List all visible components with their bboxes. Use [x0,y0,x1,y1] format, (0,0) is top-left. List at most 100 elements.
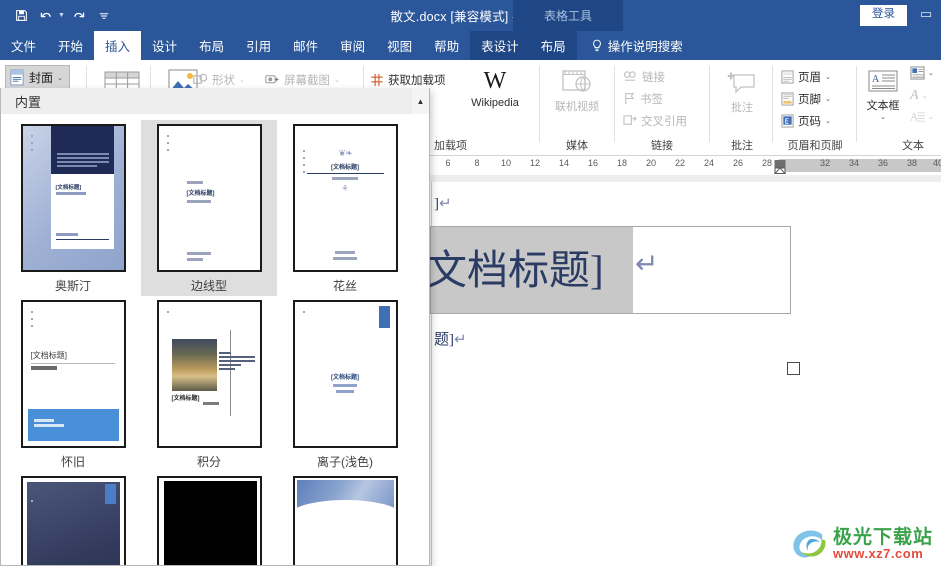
thumbnail-ion-light: [文档标题] [292,300,398,448]
bookmark-button[interactable]: 书签 [623,88,663,109]
horizontal-ruler[interactable]: 6 8 10 12 14 16 18 20 22 24 26 28 32 34 … [430,156,941,182]
tab-view[interactable]: 视图 [376,31,423,60]
tab-layout[interactable]: 布局 [188,31,235,60]
wikipedia-button[interactable]: W Wikipedia [463,65,527,110]
text-box-button[interactable]: A 文本框 ⌄ [858,65,908,121]
cover-page-gallery[interactable]: 内置 ▲ [文档标题] 奥斯汀 [文档标题] 边线型 ❦❧ [文档标题] ⚘ 花… [0,88,430,566]
document-title-text: 文档标题] [426,247,604,293]
gallery-item-retrospect[interactable]: [文档标题] 怀旧 [5,296,141,472]
wordart-button[interactable]: A ⌄ [910,88,927,104]
chevron-down-icon[interactable]: ⌄ [57,74,63,82]
footer-icon [781,92,794,105]
quick-parts-button[interactable]: ⌄ [910,66,934,80]
gallery-item-filigree[interactable]: ❦❧ [文档标题] ⚘ 花丝 [277,120,413,296]
tab-table-design[interactable]: 表设计 [470,31,530,60]
integral-subtitle-bar [202,402,219,405]
drop-cap-button[interactable]: A ⌄ [910,110,934,124]
save-icon[interactable] [10,4,32,28]
content-control-checkbox[interactable] [787,362,800,375]
thumb-title: [文档标题] [171,396,200,402]
gallery-item-label: 离子(浅色) [317,455,373,469]
sign-in-button[interactable]: 登录 [860,5,907,26]
chevron-down-icon[interactable]: ⌄ [825,117,831,125]
tab-design[interactable]: 设计 [141,31,188,60]
footer-button[interactable]: 页脚 ⌄ [781,88,831,109]
footer-label: 页脚 [798,93,821,106]
chevron-down-icon[interactable]: ⌄ [928,113,934,121]
aurora-swirl-icon [793,530,826,558]
chevron-down-icon[interactable]: ⌄ [928,69,934,77]
cell-pilcrow-icon: ↵ [635,248,659,279]
ion-dark-tab [104,484,116,504]
tab-help[interactable]: 帮助 [423,31,470,60]
tab-review[interactable]: 审阅 [329,31,376,60]
filigree-footer-bar-1 [335,251,355,254]
gallery-item-whisp[interactable] [141,472,277,565]
comment-icon [727,67,757,99]
tab-insert[interactable]: 插入 [94,31,142,60]
chevron-down-icon[interactable]: ⌄ [239,76,245,84]
gallery-section-title: 内置 [15,94,42,110]
chevron-down-icon[interactable]: ⌄ [825,95,831,103]
header-button[interactable]: 页眉 ⌄ [781,66,831,87]
get-addins-label: 获取加载项 [388,74,446,87]
thumbnail-ion-dark: [文档标题] [20,476,126,565]
undo-dropdown-icon[interactable]: ▼ [58,12,65,19]
chevron-down-icon[interactable]: ⌄ [880,113,886,121]
get-addins-button[interactable]: 获取加载项 [370,69,446,90]
tab-file[interactable]: 文件 [0,31,47,60]
cover-page-button[interactable]: 封面 ⌄ [5,65,70,90]
customize-qat-icon[interactable] [93,4,115,28]
gallery-item-label: 花丝 [332,279,357,293]
window-controls-icon[interactable]: ▭ [913,6,939,22]
austin-footer-bar [55,233,78,236]
tab-table-layout[interactable]: 布局 [530,31,577,60]
gallery-scroll-up-icon[interactable]: ▲ [412,88,429,114]
right-indent-marker[interactable] [773,160,787,174]
tab-mailings[interactable]: 邮件 [282,31,329,60]
ruler-mark: 34 [848,158,860,168]
gallery-item-austin[interactable]: [文档标题] 奥斯汀 [5,120,141,296]
gallery-item-banded[interactable]: [文档标题] 边线型 [141,120,277,296]
redo-icon[interactable] [68,4,90,28]
gallery-item-facet[interactable] [277,472,413,565]
group-separator-addins [539,66,540,142]
new-comment-button[interactable]: 批注 [714,67,770,115]
tab-references[interactable]: 引用 [235,31,282,60]
camera-icon [265,75,279,84]
chevron-down-icon[interactable]: ⌄ [825,73,831,81]
page-number-button[interactable]: 页码 ⌄ [781,110,831,131]
header-label: 页眉 [798,71,821,84]
cross-reference-label: 交叉引用 [641,115,687,128]
ruler-mark: 14 [558,158,570,168]
ruler-mark: 18 [616,158,628,168]
chevron-down-icon[interactable]: ⌄ [922,92,928,100]
ruler-mark: 28 [761,158,773,168]
thumbnail-filigree: ❦❧ [文档标题] ⚘ [292,124,398,272]
undo-icon[interactable] [35,4,57,28]
online-video-button[interactable]: 联机视频 [547,66,607,114]
cross-reference-button[interactable]: 交叉引用 [623,110,687,131]
tell-me-search[interactable]: 操作说明搜索 [577,31,693,60]
contextual-tab-group-label: 表格工具 [513,0,623,31]
gallery-item-integral[interactable]: [文档标题] 积分 [141,296,277,472]
link-button[interactable]: 链接 [623,66,665,87]
ruler-mark: 26 [732,158,744,168]
gallery-section-header: 内置 ▲ [1,88,429,114]
gallery-item-ion-dark[interactable]: [文档标题] [5,472,141,565]
tab-home[interactable]: 开始 [47,31,94,60]
document-line-above: ]↵ [434,194,452,213]
shapes-button[interactable]: 形状 ⌄ [193,69,245,90]
ruler-mark: 6 [445,158,451,168]
bookmark-label: 书签 [640,93,663,106]
chevron-down-icon[interactable]: ⌄ [334,76,340,84]
retrospect-blue-band [27,409,119,441]
screenshot-button[interactable]: 屏幕截图 ⌄ [265,69,340,90]
group-separator-header-footer [856,66,857,142]
document-page[interactable]: ]↵ 文档标题] ↵ 题]↵ [426,182,941,566]
gallery-item-ion-light[interactable]: [文档标题] 离子(浅色) [277,296,413,472]
watermark-text: 极光下载站 www.xz7.com [833,528,933,560]
document-line-below: 题]↵ [434,328,467,349]
drop-cap-icon: A [910,111,925,123]
retrospect-subtitle-bar [30,366,57,370]
